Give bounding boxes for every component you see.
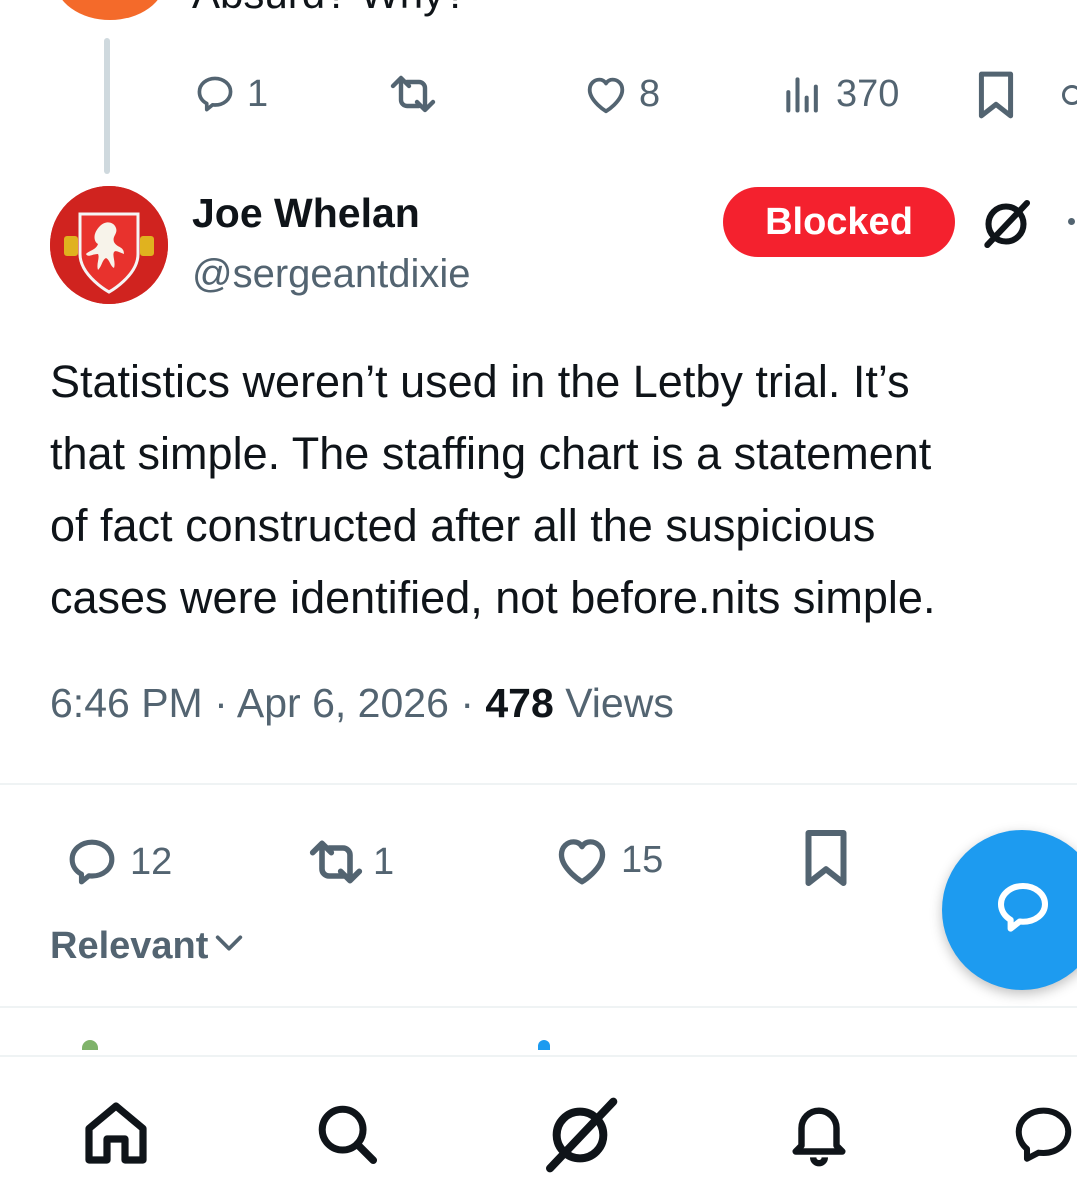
parent-like-count: 8 — [639, 72, 661, 115]
parent-views-button[interactable]: 370 — [780, 72, 899, 116]
heart-icon — [553, 832, 611, 888]
views-label: Views — [565, 680, 674, 726]
more-options-icon[interactable] — [1068, 218, 1075, 225]
author-display-name[interactable]: Joe Whelan — [192, 190, 420, 237]
reply-button[interactable]: 12 — [64, 834, 172, 890]
parent-avatar[interactable] — [55, 0, 165, 20]
parent-bookmark-button[interactable] — [974, 70, 1018, 120]
repost-count: 1 — [373, 840, 395, 883]
compose-reply-button[interactable] — [942, 830, 1077, 990]
author-handle[interactable]: @sergeantdixie — [192, 252, 471, 297]
repost-button[interactable]: 1 — [303, 834, 394, 890]
divider — [0, 783, 1077, 785]
reply-count: 12 — [130, 840, 173, 883]
parent-like-button[interactable]: 8 — [583, 72, 660, 116]
bookmark-icon — [974, 70, 1018, 120]
grok-icon[interactable] — [540, 1095, 620, 1180]
reply-icon — [193, 72, 237, 116]
tweet-date[interactable]: Apr 6, 2026 — [237, 680, 449, 726]
like-count: 15 — [621, 838, 664, 881]
bottom-nav — [0, 1055, 1077, 1200]
search-icon[interactable] — [312, 1099, 382, 1174]
chevron-down-icon — [212, 925, 246, 968]
sort-selector[interactable]: Relevant — [50, 925, 246, 968]
reply-icon — [64, 834, 120, 890]
home-icon[interactable] — [80, 1097, 152, 1174]
grok-icon[interactable] — [978, 196, 1034, 257]
tweet-time[interactable]: 6:46 PM — [50, 680, 203, 726]
like-button[interactable]: 15 — [553, 832, 663, 888]
parent-tweet-text: Absurd? Why? — [192, 0, 467, 18]
blocked-button[interactable]: Blocked — [723, 187, 955, 257]
views-count: 478 — [485, 680, 554, 726]
notifications-icon[interactable] — [784, 1099, 854, 1174]
meta-separator: · — [460, 680, 486, 726]
divider — [0, 1006, 1077, 1008]
tweet-text: Statistics weren’t used in the Letby tri… — [50, 356, 936, 623]
next-reply-avatar-peek — [82, 1040, 98, 1050]
tweet-meta: 6:46 PM · Apr 6, 2026 · 478 Views — [50, 680, 674, 727]
parent-reply-count: 1 — [247, 72, 269, 115]
bookmark-button[interactable] — [800, 828, 852, 888]
views-icon — [780, 72, 826, 116]
compose-reply-icon — [990, 875, 1056, 946]
sort-label: Relevant — [50, 925, 209, 967]
parent-reply-button[interactable]: 1 — [193, 72, 268, 116]
bookmark-icon — [800, 828, 852, 888]
parent-repost-button[interactable] — [385, 70, 441, 118]
messages-icon[interactable] — [1010, 1101, 1077, 1172]
repost-icon — [385, 70, 441, 118]
repost-icon — [303, 834, 369, 890]
heart-icon — [583, 72, 629, 116]
thread-line — [104, 38, 110, 174]
next-reply-icon-peek — [538, 1040, 550, 1050]
author-avatar[interactable] — [50, 186, 168, 304]
parent-share-icon[interactable] — [1062, 85, 1077, 105]
parent-views-count: 370 — [836, 72, 900, 115]
meta-separator: · — [214, 680, 237, 726]
